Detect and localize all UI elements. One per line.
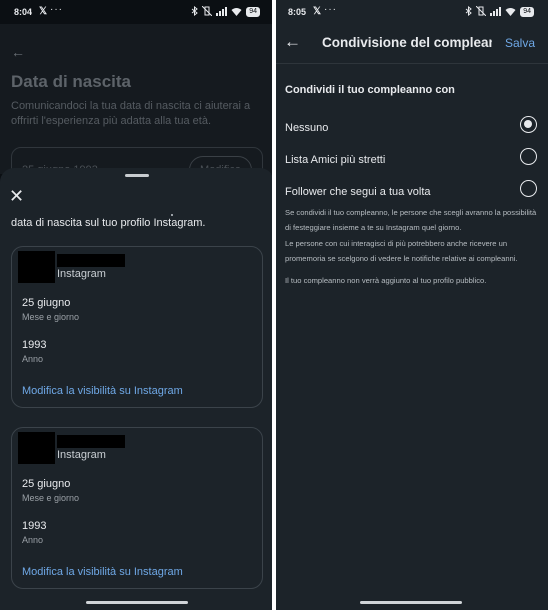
card-date: 25 giugno	[22, 478, 71, 490]
option-label: Follower che segui a tua volta	[285, 186, 431, 198]
vibrate-off-icon	[475, 5, 487, 18]
option-close-friends[interactable]: Lista Amici più stretti	[274, 146, 548, 174]
x-app-icon: 𝕏	[39, 6, 48, 17]
bottom-sheet: ✕ data di nascita sul tuo profilo Instag…	[0, 168, 274, 610]
radio-unselected-icon[interactable]	[520, 148, 537, 165]
left-phone-screen: 8:04 𝕏 ··· 94 ← Data di nascita Comunica…	[0, 0, 274, 610]
sheet-intro-text: data di nascita sul tuo profilo Instagra…	[11, 217, 206, 229]
birthday-page-background: ← Data di nascita Comunicandoci la tua d…	[0, 24, 274, 187]
more-notifications-icon: ···	[50, 4, 63, 15]
card-date-label: Mese e giorno	[22, 312, 80, 322]
radio-selected-icon[interactable]	[520, 116, 537, 133]
card-year: 1993	[22, 339, 47, 351]
wifi-icon	[505, 7, 516, 18]
info-text: Le persone con cui interagisci di più po…	[285, 239, 518, 263]
status-icons: 94	[465, 5, 534, 18]
option-mutual-followers[interactable]: Follower che segui a tua volta	[274, 178, 548, 206]
info-text: Se condividi il tuo compleanno, le perso…	[285, 208, 537, 232]
section-heading: Condividi il tuo compleanno con	[285, 84, 455, 96]
status-time: 8:04	[14, 7, 33, 17]
edit-visibility-link[interactable]: Modifica la visibilità su Instagram	[22, 385, 183, 397]
option-label: Lista Amici più stretti	[285, 154, 386, 166]
redacted-name	[57, 435, 125, 448]
wifi-icon	[231, 7, 242, 18]
avatar	[18, 432, 55, 464]
option-nobody[interactable]: Nessuno	[274, 114, 548, 142]
gesture-nav-bar[interactable]	[86, 601, 188, 604]
screen-separator	[272, 0, 276, 610]
redacted-name	[57, 254, 125, 267]
page-title: Data di nascita	[11, 72, 131, 91]
save-button[interactable]: Salva	[505, 36, 535, 50]
signal-icon	[490, 6, 502, 18]
right-phone-screen: 8:05 𝕏 ··· 94 ← Condivisione del complea…	[274, 0, 548, 610]
card-year-label: Anno	[22, 354, 44, 364]
info-text: Il tuo compleanno non verrà aggiunto al …	[285, 276, 487, 285]
option-label: Nessuno	[285, 122, 329, 134]
bluetooth-icon	[191, 5, 199, 18]
radio-unselected-icon[interactable]	[520, 180, 537, 197]
vibrate-off-icon	[201, 5, 213, 18]
status-time: 8:05	[288, 7, 307, 17]
profile-card: Instagram 25 giugno Mese e giorno 1993 A…	[11, 246, 263, 408]
back-arrow-icon[interactable]: ←	[11, 44, 25, 60]
divider	[274, 63, 548, 64]
battery-icon: 94	[520, 7, 534, 17]
top-app-bar: ← Condivisione del compleanno Salva	[274, 24, 548, 62]
battery-icon: 94	[246, 7, 260, 17]
close-icon[interactable]: ✕	[9, 187, 24, 205]
status-bar: 8:04 𝕏 ··· 94	[0, 0, 274, 24]
back-arrow-icon[interactable]: ←	[284, 33, 301, 50]
screenshot: 8:04 𝕏 ··· 94 ← Data di nascita Comunica…	[0, 0, 548, 610]
card-app-name: Instagram	[57, 268, 106, 280]
status-icons: 94	[191, 5, 260, 18]
bluetooth-icon	[465, 5, 473, 18]
avatar	[18, 251, 55, 283]
signal-icon	[216, 6, 228, 18]
gesture-nav-bar[interactable]	[360, 601, 462, 604]
edit-visibility-link[interactable]: Modifica la visibilità su Instagram	[22, 566, 183, 578]
page-description: Comunicandoci la tua data di nascita ci …	[11, 100, 251, 127]
card-app-name: Instagram	[57, 449, 106, 461]
profile-card: Instagram 25 giugno Mese e giorno 1993 A…	[11, 427, 263, 589]
page-title: Condivisione del compleanno	[322, 35, 492, 50]
more-notifications-icon: ···	[324, 4, 337, 15]
card-date-label: Mese e giorno	[22, 493, 80, 503]
card-year-label: Anno	[22, 535, 44, 545]
scroll-indicator	[171, 214, 173, 216]
card-date: 25 giugno	[22, 297, 71, 309]
card-year: 1993	[22, 520, 47, 532]
status-bar: 8:05 𝕏 ··· 94	[274, 0, 548, 24]
sheet-drag-handle[interactable]	[125, 174, 149, 177]
x-app-icon: 𝕏	[313, 6, 322, 17]
